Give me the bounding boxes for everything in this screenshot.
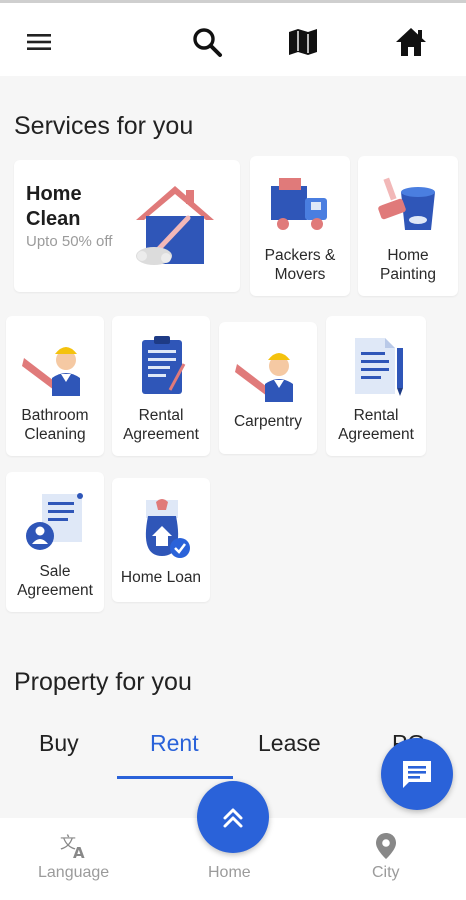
sale-agreement-label: Sale Agreement — [17, 563, 93, 599]
menu-icon[interactable] — [22, 25, 56, 59]
nav-city[interactable]: City — [372, 832, 400, 882]
svg-text:A: A — [73, 844, 85, 860]
home-clean-card[interactable]: Home Clean Upto 50% off — [14, 160, 240, 292]
worker-saw-icon — [235, 353, 293, 402]
location-pin-icon — [375, 833, 396, 859]
worker-saw-icon — [22, 347, 80, 396]
bathroom-cleaning-label: Bathroom Cleaning — [21, 407, 89, 443]
sale-agreement-card[interactable]: Sale Agreement — [6, 472, 104, 612]
document-pen-icon — [355, 338, 403, 396]
carpentry-label: Carpentry — [233, 413, 303, 430]
paint-bucket-icon — [378, 177, 435, 230]
home-clean-offer: Upto 50% off — [26, 233, 113, 250]
rental-agreement-2-card[interactable]: Rental Agreement — [326, 316, 426, 456]
search-icon[interactable] — [190, 25, 224, 59]
nav-home-label: Home — [208, 864, 251, 881]
chat-fab-button[interactable] — [381, 738, 453, 810]
tab-buy[interactable]: Buy — [39, 730, 79, 757]
chat-icon — [403, 761, 431, 788]
nav-home[interactable]: Home — [208, 860, 251, 882]
top-app-bar — [0, 0, 466, 76]
nav-city-label: City — [372, 864, 400, 881]
double-chevron-up-icon — [223, 808, 243, 828]
map-icon[interactable] — [286, 25, 320, 59]
home-icon[interactable] — [394, 25, 428, 59]
active-tab-indicator — [117, 776, 233, 779]
home-clean-title: Home Clean — [26, 183, 82, 230]
bathroom-cleaning-card[interactable]: Bathroom Cleaning — [6, 316, 104, 456]
home-painting-label: Home Painting — [379, 247, 436, 283]
rental-agreement-label: Rental Agreement — [123, 407, 199, 443]
translate-icon: 文 A — [60, 833, 85, 860]
rental-agreement-card[interactable]: Rental Agreement — [112, 316, 210, 456]
carpentry-card[interactable]: Carpentry — [219, 322, 317, 454]
services-section-title: Services for you — [14, 112, 194, 140]
moving-truck-icon — [271, 178, 327, 230]
money-bag-house-icon — [145, 499, 190, 558]
document-user-icon — [26, 493, 83, 550]
rental-agreement-2-label: Rental Agreement — [338, 407, 414, 443]
tab-rent[interactable]: Rent — [150, 730, 199, 757]
packers-movers-label: Packers & Movers — [264, 247, 336, 283]
clipboard-document-icon — [142, 336, 186, 394]
home-loan-label: Home Loan — [120, 569, 202, 586]
nav-language-label: Language — [38, 864, 110, 881]
home-loan-card[interactable]: Home Loan — [112, 478, 210, 602]
property-section-title: Property for you — [14, 668, 192, 696]
nav-language[interactable]: 文 A Language — [38, 832, 109, 882]
packers-movers-card[interactable]: Packers & Movers — [250, 156, 350, 296]
home-painting-card[interactable]: Home Painting — [358, 156, 458, 296]
tab-lease[interactable]: Lease — [258, 730, 321, 757]
house-cleaning-icon — [136, 186, 214, 265]
home-fab-button[interactable] — [197, 781, 269, 853]
